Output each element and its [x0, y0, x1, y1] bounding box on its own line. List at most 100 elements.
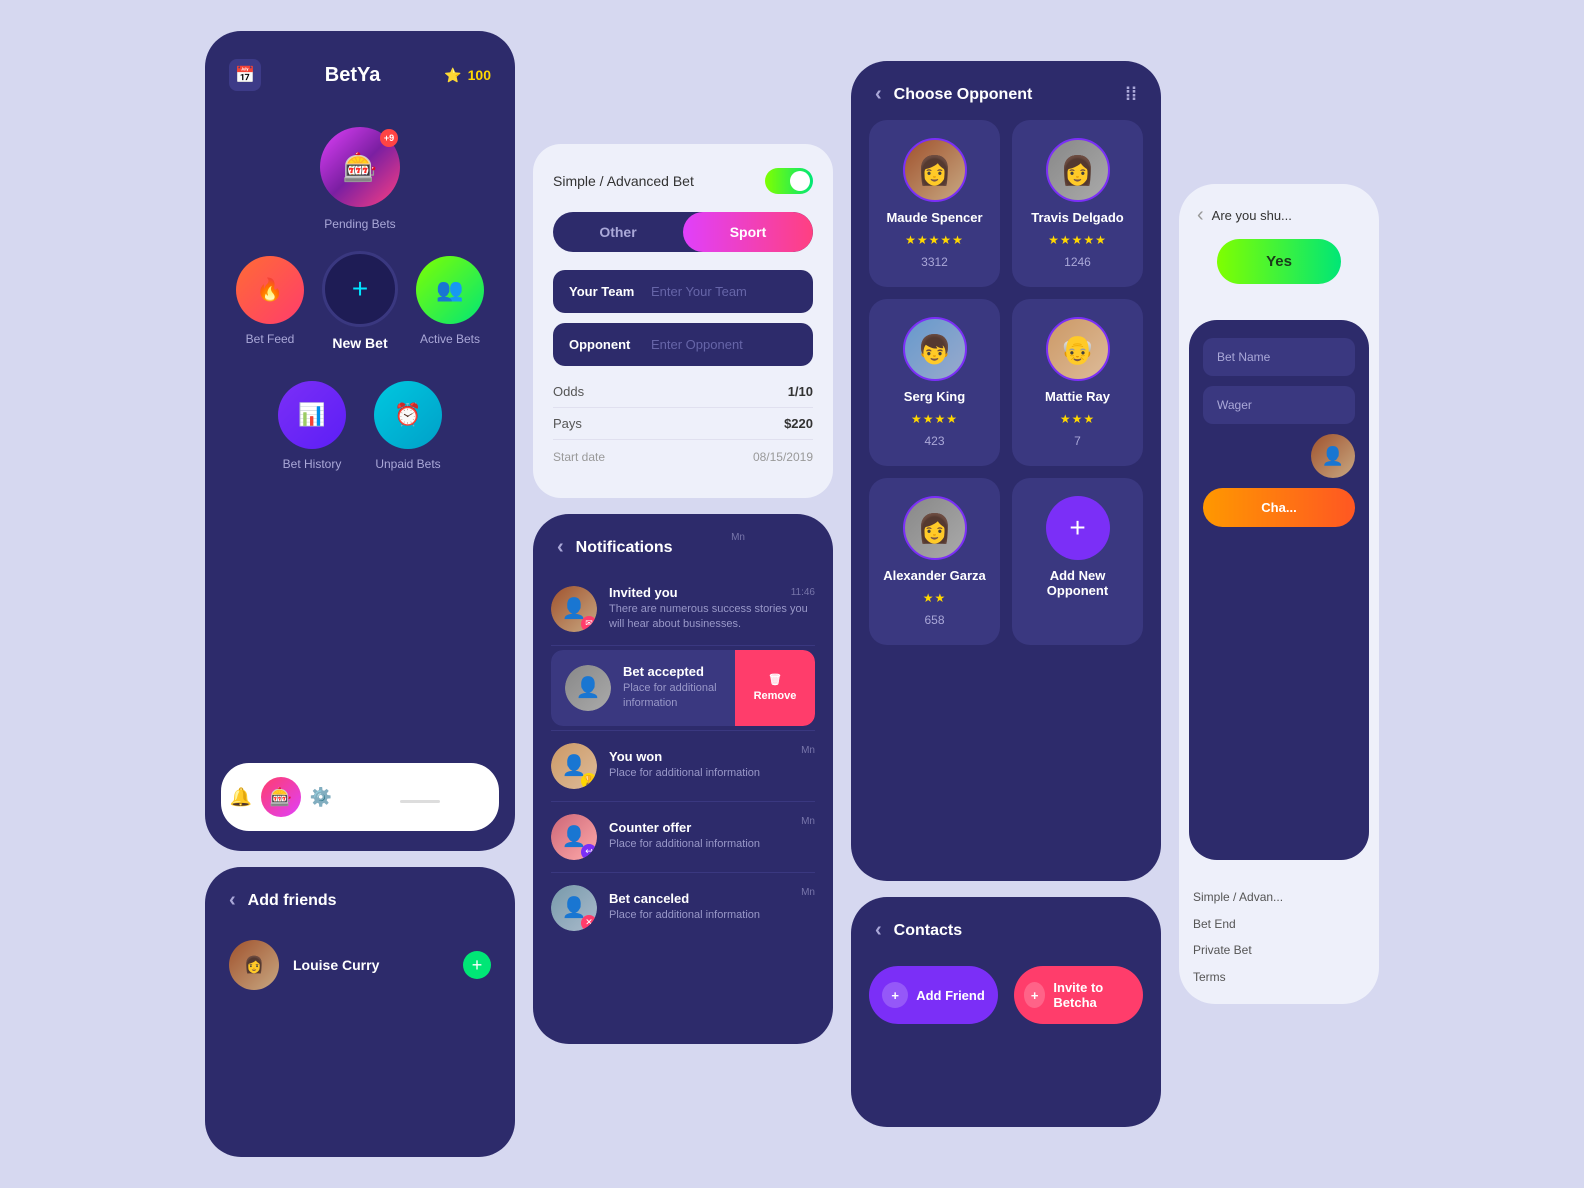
choose-opponent-title: Choose Opponent [894, 86, 1033, 104]
change-button[interactable]: Cha... [1203, 488, 1355, 527]
opponent-name-alexander: Alexander Garza [883, 568, 986, 583]
new-bet-label: New Bet [332, 335, 387, 351]
notif-avatar-0: 👤 ✉ [551, 586, 597, 632]
notif-text-0: There are numerous success stories you w… [609, 602, 815, 633]
notif-avatar-2: 👤 🏆 [551, 743, 597, 789]
opponent-back-button[interactable]: ‹ [875, 83, 882, 106]
odds-pays-section: Odds 1/10 Pays $220 Start date 08/15/201… [553, 376, 813, 474]
unpaid-bets-section: ⏰ Unpaid Bets [374, 381, 442, 471]
pending-badge: +9 [380, 129, 398, 147]
opponent-alexander[interactable]: 👩 Alexander Garza ★★ 658 [869, 478, 1000, 645]
right-back-button[interactable]: ‹ [1197, 204, 1204, 227]
opponent-name-maude: Maude Spencer [886, 210, 982, 225]
notification-counter-offer[interactable]: 👤 ↩ Counter offer Place for additional i… [533, 802, 833, 872]
friend-avatar: 👩 [229, 940, 279, 990]
active-bets-label: Active Bets [420, 332, 480, 346]
notification-bet-accepted[interactable]: 👤 Bet accepted Place for additional info… [551, 650, 815, 726]
opponent-avatar-travis: 👩 [1046, 138, 1110, 202]
toggle-switch[interactable] [765, 168, 813, 194]
settings-item-3: Terms [1193, 964, 1365, 990]
new-bet-button[interactable]: + [322, 251, 398, 327]
notification-invited[interactable]: 👤 ✉ Invited you There are numerous succe… [533, 573, 833, 645]
middle-row: 🔥 Bet Feed + New Bet 👥 Active Bets [236, 251, 484, 351]
notif-content-0: Invited you There are numerous success s… [609, 585, 815, 633]
main-grid: 🎰 +9 Pending Bets 🔥 Bet Feed + New Bet [205, 107, 515, 753]
date-label: Start date [553, 450, 605, 464]
yes-button[interactable]: Yes [1217, 239, 1341, 284]
contacts-card: ‹ Contacts + Add Friend + Invite to Betc… [851, 897, 1161, 1127]
tab-notifications[interactable]: 🔔 [221, 777, 261, 817]
your-team-field[interactable]: Your Team Enter Your Team [553, 270, 813, 313]
star-icon: ⭐ [444, 67, 461, 84]
options-icon[interactable]: ⁞⁞ [1125, 84, 1137, 105]
remove-action[interactable]: 🗑 Remove [735, 650, 815, 726]
user-avatar: 👤 [1311, 434, 1355, 478]
opponent-stars-serg: ★★★★ [911, 412, 958, 426]
add-friends-back-button[interactable]: ‹ [229, 889, 236, 912]
opponent-avatar-maude: 👩 [903, 138, 967, 202]
calendar-icon[interactable]: 📅 [229, 59, 261, 91]
notification-you-won[interactable]: 👤 🏆 You won Place for additional informa… [533, 731, 833, 801]
tab-sport[interactable]: Sport [683, 212, 813, 252]
opponent-maude[interactable]: 👩 Maude Spencer ★★★★★ 3312 [869, 120, 1000, 287]
notif-badge-4: ✕ [581, 915, 597, 931]
opponent-avatar-serg: 👦 [903, 317, 967, 381]
notif-avatar-3: 👤 ↩ [551, 814, 597, 860]
unpaid-bets-label: Unpaid Bets [375, 457, 440, 471]
unpaid-bets-button[interactable]: ⏰ [374, 381, 442, 449]
opponent-serg[interactable]: 👦 Serg King ★★★★ 423 [869, 299, 1000, 466]
bet-feed-section: 🔥 Bet Feed [236, 256, 304, 346]
add-friend-button[interactable]: + [463, 951, 491, 979]
right-panel-bottom: Bet Name Wager 👤 Cha... [1189, 320, 1369, 860]
tab-settings[interactable]: ⚙️ [301, 777, 341, 817]
right-question: Are you shu... [1212, 208, 1292, 223]
toggle-label: Simple / Advanced Bet [553, 173, 694, 189]
invite-button[interactable]: + Invite to Betcha [1014, 966, 1143, 1024]
bet-name-field[interactable]: Bet Name [1203, 338, 1355, 376]
settings-item-0: Simple / Advan... [1193, 884, 1365, 910]
notifications-back-button[interactable]: ‹ [557, 536, 564, 559]
opponent-field[interactable]: Opponent Enter Opponent [553, 323, 813, 366]
add-opponent-card[interactable]: + Add New Opponent [1012, 478, 1143, 645]
bet-history-label: Bet History [283, 457, 342, 471]
right-settings: Simple / Advan... Bet End Private Bet Te… [1179, 870, 1379, 1004]
odds-label: Odds [553, 384, 584, 399]
notif-time-3: Mn [801, 816, 815, 827]
opponent-score-alexander: 658 [924, 613, 944, 627]
notif-content-3: Counter offer Place for additional infor… [609, 820, 815, 852]
notification-bet-canceled[interactable]: 👤 ✕ Bet canceled Place for additional in… [533, 873, 833, 943]
opponent-mattie[interactable]: 👴 Mattie Ray ★★★ 7 [1012, 299, 1143, 466]
bet-form-card: Simple / Advanced Bet Other Sport Your T… [533, 144, 833, 498]
choose-opponent-card: ‹ Choose Opponent ⁞⁞ 👩 Maude Spencer ★★★… [851, 61, 1161, 881]
right-panel-header: ‹ Are you shu... [1197, 204, 1361, 227]
wager-field[interactable]: Wager [1203, 386, 1355, 424]
tab-other[interactable]: Other [553, 212, 683, 252]
contacts-back-button[interactable]: ‹ [875, 919, 882, 942]
tab-pills: Other Sport [553, 212, 813, 252]
invite-label: Invite to Betcha [1053, 980, 1133, 1010]
add-friend-button[interactable]: + Add Friend [869, 966, 998, 1024]
active-bets-button[interactable]: 👥 [416, 256, 484, 324]
tab-bar: 🔔 🎰 ⚙️ [221, 763, 499, 831]
tab-home-active[interactable]: 🎰 [261, 777, 301, 817]
add-friend-label: Add Friend [916, 988, 985, 1003]
notifications-title: Notifications [576, 539, 673, 557]
opponent-avatar-alexander: 👩 [903, 496, 967, 560]
pending-bets-button[interactable]: 🎰 +9 [320, 127, 400, 207]
bet-feed-button[interactable]: 🔥 [236, 256, 304, 324]
bet-history-button[interactable]: 📊 [278, 381, 346, 449]
main-card: 📅 BetYa ⭐ 100 🎰 +9 Pending Bets 🔥 [205, 31, 515, 851]
add-opponent-button[interactable]: + [1046, 496, 1110, 560]
opponent-travis[interactable]: 👩 Travis Delgado ★★★★★ 1246 [1012, 120, 1143, 287]
notifications-header: ‹ Notifications [533, 514, 833, 573]
middle-column: Simple / Advanced Bet Other Sport Your T… [533, 144, 833, 1044]
opponent-grid: 👩 Maude Spencer ★★★★★ 3312 👩 Travis Delg… [851, 120, 1161, 645]
active-bets-section: 👥 Active Bets [416, 256, 484, 346]
opponent-name-serg: Serg King [904, 389, 965, 404]
pending-bets-section: 🎰 +9 Pending Bets [320, 127, 400, 231]
notif-avatar-1: 👤 [565, 665, 611, 711]
stars-badge: ⭐ 100 [444, 67, 491, 84]
add-friends-card: ‹ Add friends 👩 Louise Curry + [205, 867, 515, 1157]
notif-text-2: Place for additional information [609, 766, 815, 781]
remove-label: Remove [754, 690, 797, 702]
